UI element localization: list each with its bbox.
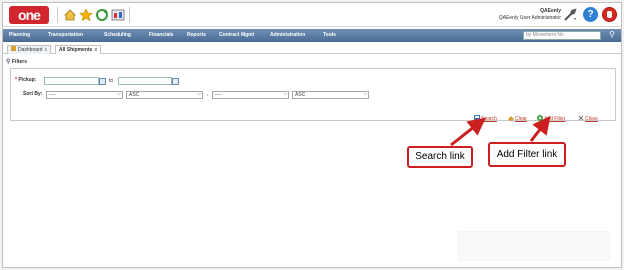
search-link-arrow	[450, 117, 487, 147]
search-link-callout: Search link	[407, 146, 473, 168]
add-filter-link-arrow	[529, 115, 551, 142]
add-filter-link-callout: Add Filter link	[488, 142, 566, 167]
app-window: one QAEenly QAEenly User Administrator ?	[2, 2, 622, 268]
annotation-arrows	[450, 115, 551, 147]
faded-notification-popup	[458, 231, 610, 261]
